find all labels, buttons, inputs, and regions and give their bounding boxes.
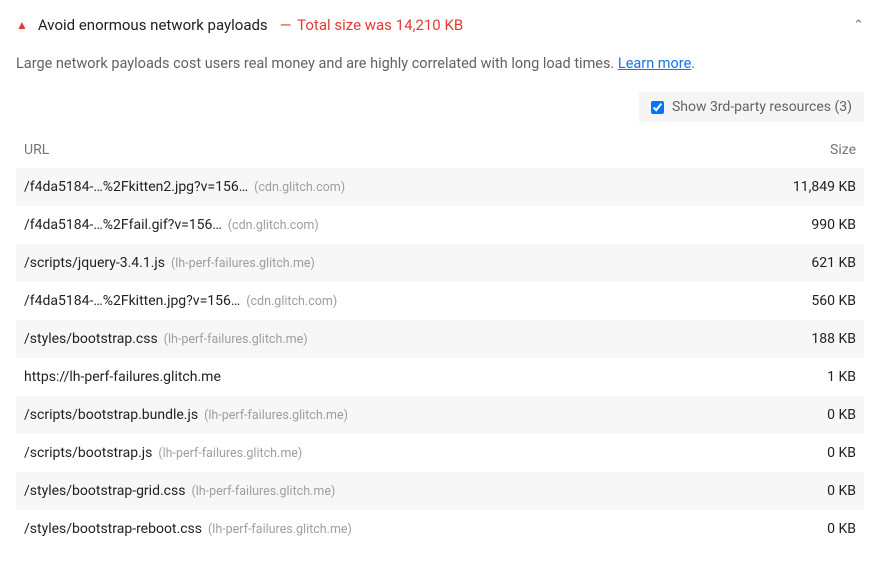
origin-text: (lh-perf-failures.glitch.me) [171, 256, 315, 271]
audit-summary-text: Total size was 14,210 KB [297, 16, 463, 34]
cell-url: /styles/bootstrap.css (lh-perf-failures.g… [16, 320, 705, 358]
table-row: /styles/bootstrap-reboot.css (lh-perf-fai… [16, 510, 864, 548]
cell-url: /styles/bootstrap-grid.css (lh-perf-failu… [16, 472, 705, 510]
origin-text: (lh-perf-failures.glitch.me) [158, 446, 302, 461]
audit-header[interactable]: ▲ Avoid enormous network payloads — Tota… [16, 10, 864, 40]
table-row: /f4da5184-…%2Fkitten2.jpg?v=156… (cdn.gli… [16, 168, 864, 206]
url-text: /scripts/jquery-3.4.1.js [24, 255, 165, 271]
table-row: https://lh-perf-failures.glitch.me 1 KB [16, 358, 864, 396]
audit-description-suffix: . [691, 55, 695, 72]
origin-text: (lh-perf-failures.glitch.me) [208, 522, 352, 537]
cell-url: /scripts/jquery-3.4.1.js (lh-perf-failure… [16, 244, 705, 282]
url-text: https://lh-perf-failures.glitch.me [24, 369, 221, 385]
table-row: /scripts/jquery-3.4.1.js (lh-perf-failure… [16, 244, 864, 282]
collapse-chevron-icon[interactable]: ⌃ [853, 18, 864, 33]
table-row: /f4da5184-…%2Ffail.gif?v=156… (cdn.glitch… [16, 206, 864, 244]
cell-size: 990 KB [705, 206, 864, 244]
thirdparty-label: Show 3rd-party resources (3) [672, 99, 852, 115]
warning-triangle-icon: ▲ [16, 19, 28, 31]
url-text: /f4da5184-…%2Ffail.gif?v=156… [24, 217, 222, 233]
learn-more-link[interactable]: Learn more [618, 55, 691, 72]
thirdparty-toggle[interactable]: Show 3rd-party resources (3) [639, 92, 864, 122]
table-row: /scripts/bootstrap.js (lh-perf-failures.g… [16, 434, 864, 472]
origin-text: (cdn.glitch.com) [228, 218, 319, 233]
origin-text: (lh-perf-failures.glitch.me) [191, 484, 335, 499]
table-row: /styles/bootstrap.css (lh-perf-failures.g… [16, 320, 864, 358]
url-text: /scripts/bootstrap.bundle.js [24, 407, 198, 423]
table-row: /f4da5184-…%2Fkitten.jpg?v=156… (cdn.glit… [16, 282, 864, 320]
cell-url: https://lh-perf-failures.glitch.me [16, 358, 705, 396]
cell-url: /f4da5184-…%2Ffail.gif?v=156… (cdn.glitch… [16, 206, 705, 244]
cell-url: /styles/bootstrap-reboot.css (lh-perf-fai… [16, 510, 705, 548]
audit-description-text: Large network payloads cost users real m… [16, 55, 618, 72]
cell-url: /f4da5184-…%2Fkitten2.jpg?v=156… (cdn.gli… [16, 168, 705, 206]
origin-text: (cdn.glitch.com) [254, 180, 345, 195]
url-text: /styles/bootstrap-grid.css [24, 483, 185, 499]
url-text: /styles/bootstrap-reboot.css [24, 521, 202, 537]
cell-size: 0 KB [705, 510, 864, 548]
thirdparty-filter-row: Show 3rd-party resources (3) [16, 88, 864, 132]
cell-size: 0 KB [705, 396, 864, 434]
table-row: /scripts/bootstrap.bundle.js (lh-perf-fai… [16, 396, 864, 434]
audit-description: Large network payloads cost users real m… [16, 40, 864, 88]
audit-title: Avoid enormous network payloads [38, 16, 268, 34]
col-header-url: URL [16, 132, 705, 168]
cell-size: 11,849 KB [705, 168, 864, 206]
origin-text: (cdn.glitch.com) [246, 294, 337, 309]
cell-url: /scripts/bootstrap.bundle.js (lh-perf-fai… [16, 396, 705, 434]
cell-url: /scripts/bootstrap.js (lh-perf-failures.g… [16, 434, 705, 472]
audit-summary: — Total size was 14,210 KB [278, 16, 464, 34]
table-row: /styles/bootstrap-grid.css (lh-perf-failu… [16, 472, 864, 510]
cell-size: 560 KB [705, 282, 864, 320]
payloads-table: URL Size /f4da5184-…%2Fkitten2.jpg?v=156… [16, 132, 864, 548]
cell-size: 0 KB [705, 472, 864, 510]
cell-size: 188 KB [705, 320, 864, 358]
origin-text: (lh-perf-failures.glitch.me) [204, 408, 348, 423]
url-text: /styles/bootstrap.css [24, 331, 158, 347]
cell-url: /f4da5184-…%2Fkitten.jpg?v=156… (cdn.glit… [16, 282, 705, 320]
cell-size: 0 KB [705, 434, 864, 472]
origin-text: (lh-perf-failures.glitch.me) [164, 332, 308, 347]
cell-size: 1 KB [705, 358, 864, 396]
col-header-size: Size [705, 132, 864, 168]
url-text: /f4da5184-…%2Fkitten.jpg?v=156… [24, 293, 240, 309]
url-text: /f4da5184-…%2Fkitten2.jpg?v=156… [24, 179, 248, 195]
cell-size: 621 KB [705, 244, 864, 282]
thirdparty-checkbox[interactable] [651, 101, 664, 114]
url-text: /scripts/bootstrap.js [24, 445, 152, 461]
